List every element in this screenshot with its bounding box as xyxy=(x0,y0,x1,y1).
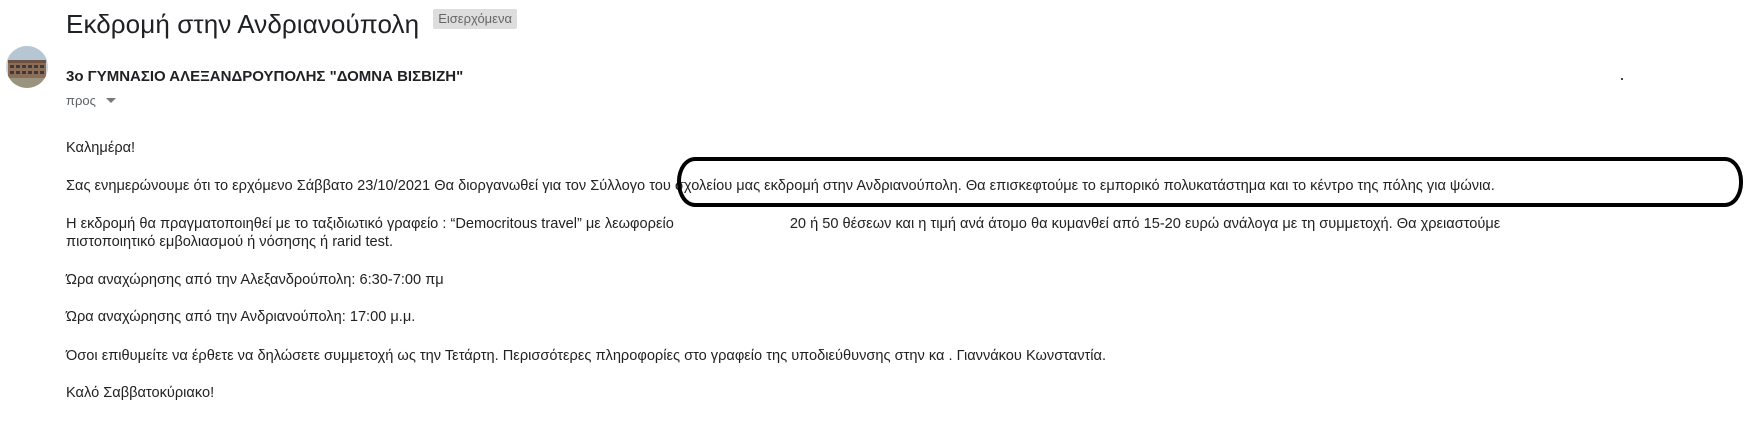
inbox-label-badge[interactable]: Εισερχόμενα xyxy=(433,9,517,29)
blurred-remnant xyxy=(1621,78,1623,80)
email-subject-row: Εκδρομή στην Ανδριανούπολη Εισερχόμενα xyxy=(66,4,517,44)
email-view: Εκδρομή στην Ανδριανούπολη Εισερχόμενα 3… xyxy=(0,0,1748,426)
body-departure-alexandroupoli: Ώρα αναχώρησης από την Αλεξανδρούπολη: 6… xyxy=(66,272,444,288)
body-intro: Σας ενημερώνουμε ότι το ερχόμενο Σάββατο… xyxy=(66,178,1495,194)
body-greeting: Καλημέρα! xyxy=(66,140,136,156)
body-travel-line-1: Η εκδρομή θα πραγματοποιηθεί με το ταξιδ… xyxy=(66,216,1500,233)
school-building-avatar-icon xyxy=(6,46,48,88)
recipients-toggle[interactable]: προς xyxy=(66,93,116,108)
chevron-down-icon[interactable] xyxy=(105,98,116,103)
body-travel-part-1: Η εκδρομή θα πραγματοποιηθεί με το ταξιδ… xyxy=(66,216,674,232)
sender-avatar[interactable] xyxy=(6,46,48,88)
sender-name[interactable]: 3ο ΓΥΜΝΑΣΙΟ ΑΛΕΞΑΝΔΡΟΥΠΟΛΗΣ "ΔΟΜΝΑ ΒΙΣΒΙ… xyxy=(66,68,463,85)
body-info: Όσοι επιθυμείτε να έρθετε να δηλώσετε συ… xyxy=(66,348,1107,364)
body-travel-part-2: 20 ή 50 θέσεων και η τιμή ανά άτομο θα κ… xyxy=(789,216,1501,232)
body-departure-adrianople: Ώρα αναχώρησης από την Ανδριανούπολη: 17… xyxy=(66,309,416,325)
email-subject: Εκδρομή στην Ανδριανούπολη xyxy=(66,8,420,39)
body-closing: Καλό Σαββατοκύριακο! xyxy=(66,385,215,401)
recipients-label: προς xyxy=(66,93,96,108)
body-travel-line-2: πιστοποιητικό εμβολιασμού ή νόσησης ή ra… xyxy=(66,234,394,250)
